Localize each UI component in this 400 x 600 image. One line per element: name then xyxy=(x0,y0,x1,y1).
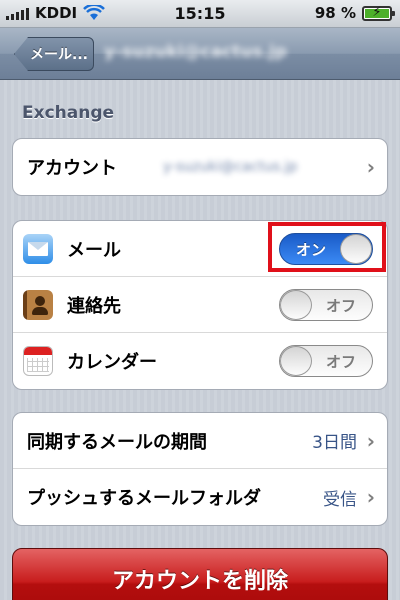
account-row[interactable]: アカウント y-suzuki@cactus.jp › xyxy=(13,139,387,195)
account-value: y-suzuki@cactus.jp xyxy=(163,159,298,175)
toggle-knob xyxy=(280,346,312,376)
chevron-right-icon: › xyxy=(366,428,375,453)
mail-label: メール xyxy=(67,239,121,261)
nav-title: y-suzuki@cactus.jp xyxy=(104,42,287,62)
chevron-right-icon: › xyxy=(366,485,375,509)
charging-bolt-icon: ⚡ xyxy=(372,4,382,20)
mail-settings-group: 同期するメールの期間 3日間 › プッシュするメールフォルダ 受信 › xyxy=(12,412,388,526)
back-button[interactable]: メール... xyxy=(14,37,94,71)
battery-icon: ⚡ xyxy=(362,4,395,21)
battery-percent: 98 % xyxy=(314,4,356,22)
mail-icon xyxy=(23,233,53,264)
sync-period-value: 3日間 xyxy=(312,433,357,453)
highlight-annotation-box xyxy=(268,222,386,272)
calendar-sync-row: カレンダー オフ xyxy=(13,333,387,389)
section-header-exchange: Exchange xyxy=(22,103,115,123)
calendar-icon xyxy=(23,346,53,376)
contacts-label: 連絡先 xyxy=(67,295,121,317)
push-folders-label: プッシュするメールフォルダ xyxy=(27,488,261,509)
account-group: アカウント y-suzuki@cactus.jp › xyxy=(12,138,388,196)
calendar-label: カレンダー xyxy=(67,352,157,373)
contacts-toggle-text: オフ xyxy=(325,296,356,315)
contacts-sync-row: 連絡先 オフ xyxy=(13,277,387,333)
calendar-toggle[interactable]: オフ xyxy=(279,345,373,377)
contacts-toggle[interactable]: オフ xyxy=(279,288,373,321)
account-label: アカウント xyxy=(27,158,117,179)
sync-period-label: 同期するメールの期間 xyxy=(27,431,207,453)
push-folders-row[interactable]: プッシュするメールフォルダ 受信 › xyxy=(13,469,387,525)
contacts-icon xyxy=(23,289,53,320)
push-folders-value: 受信 xyxy=(323,489,357,510)
calendar-toggle-text: オフ xyxy=(325,353,356,371)
delete-account-button[interactable]: アカウントを削除 xyxy=(12,548,388,600)
navigation-bar: メール... y-suzuki@cactus.jp xyxy=(0,28,400,80)
sync-period-row[interactable]: 同期するメールの期間 3日間 › xyxy=(13,413,387,469)
status-bar: KDDI 15:15 98 % ⚡ xyxy=(0,0,400,28)
status-right: 98 % ⚡ xyxy=(314,4,395,22)
toggle-knob xyxy=(280,289,312,320)
chevron-right-icon: › xyxy=(366,155,375,179)
